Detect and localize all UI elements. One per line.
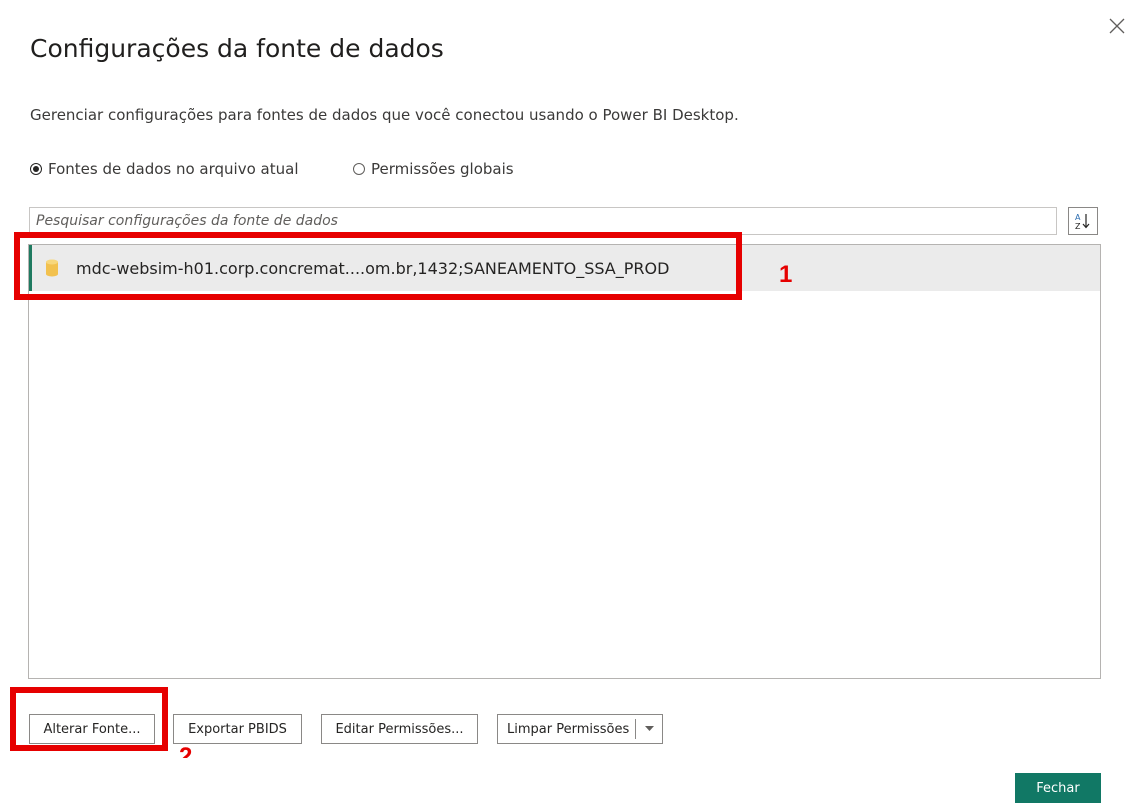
data-source-list: mdc-websim-h01.corp.concremat....om.br,1…	[28, 244, 1101, 679]
annotation-marker: 1	[779, 261, 793, 288]
export-pbids-button[interactable]: Exportar PBIDS	[173, 714, 302, 744]
close-button[interactable]	[1107, 16, 1127, 36]
radio-current-file-label: Fontes de dados no arquivo atual	[48, 160, 299, 178]
search-input[interactable]	[30, 208, 1056, 234]
dialog-title: Configurações da fonte de dados	[30, 34, 444, 63]
radio-global-permissions[interactable]: Permissões globais	[353, 159, 514, 179]
radio-current-file[interactable]: Fontes de dados no arquivo atual	[30, 159, 299, 179]
sort-button[interactable]: A Z	[1068, 207, 1098, 235]
clear-permissions-button[interactable]: Limpar Permissões	[497, 714, 663, 744]
clear-permissions-label: Limpar Permissões	[507, 721, 630, 737]
search-box	[29, 207, 1057, 235]
close-icon	[1109, 18, 1125, 34]
radio-checked-icon	[30, 163, 42, 175]
annotation-marker: 2	[179, 744, 193, 758]
annotation-highlight-box	[14, 232, 742, 300]
edit-permissions-button[interactable]: Editar Permissões...	[321, 714, 478, 744]
sort-az-icon: A Z	[1075, 213, 1090, 231]
radio-global-permissions-label: Permissões globais	[371, 160, 514, 178]
dialog-subtitle: Gerenciar configurações para fontes de d…	[30, 106, 739, 124]
radio-unchecked-icon	[353, 163, 365, 175]
close-dialog-button[interactable]: Fechar	[1015, 773, 1101, 803]
svg-text:A: A	[1075, 213, 1081, 222]
chevron-down-icon[interactable]	[636, 715, 662, 743]
svg-text:Z: Z	[1075, 222, 1081, 231]
annotation-highlight-box	[10, 687, 168, 751]
